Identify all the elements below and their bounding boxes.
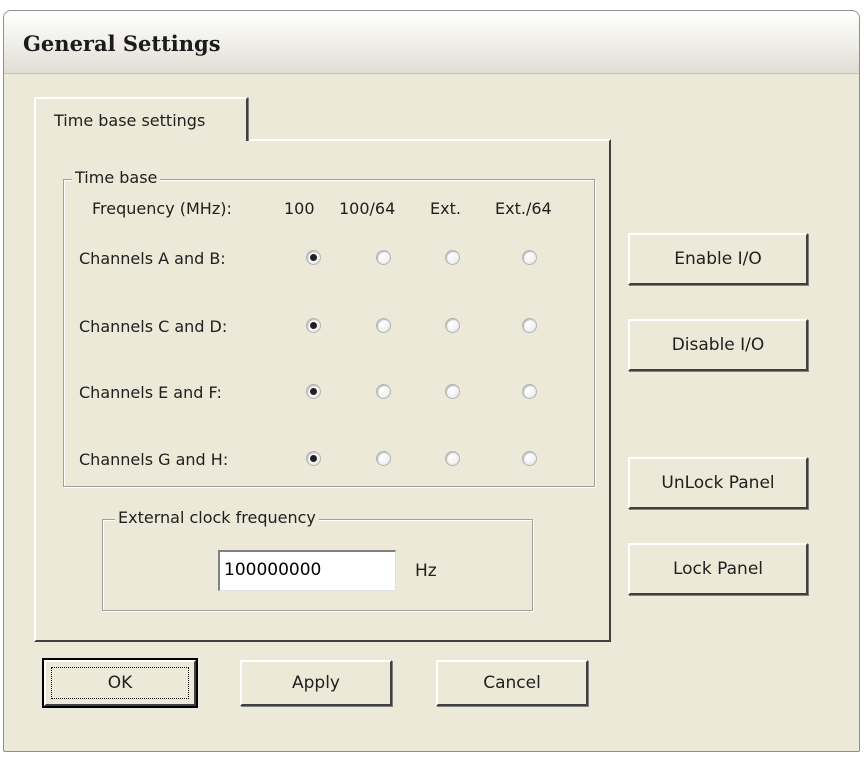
- title-bar[interactable]: General Settings: [4, 11, 859, 74]
- cancel-button[interactable]: Cancel: [436, 660, 588, 706]
- tab-time-base-settings[interactable]: Time base settings: [34, 97, 248, 141]
- enable-io-button[interactable]: Enable I/O: [628, 233, 808, 285]
- general-settings-window: General Settings Time base settings Time…: [3, 10, 860, 752]
- window-title: General Settings: [23, 31, 221, 56]
- tab-label: Time base settings: [54, 111, 206, 130]
- apply-button[interactable]: Apply: [240, 660, 392, 706]
- unlock-panel-button[interactable]: UnLock Panel: [628, 457, 808, 509]
- ok-button[interactable]: OK: [42, 658, 198, 708]
- disable-io-button[interactable]: Disable I/O: [628, 319, 808, 371]
- tab-panel: [34, 139, 611, 642]
- lock-panel-button[interactable]: Lock Panel: [628, 543, 808, 595]
- dialog-client-area: Time base settings Time base Frequency (…: [4, 73, 859, 751]
- ok-focus-rect: [51, 667, 189, 699]
